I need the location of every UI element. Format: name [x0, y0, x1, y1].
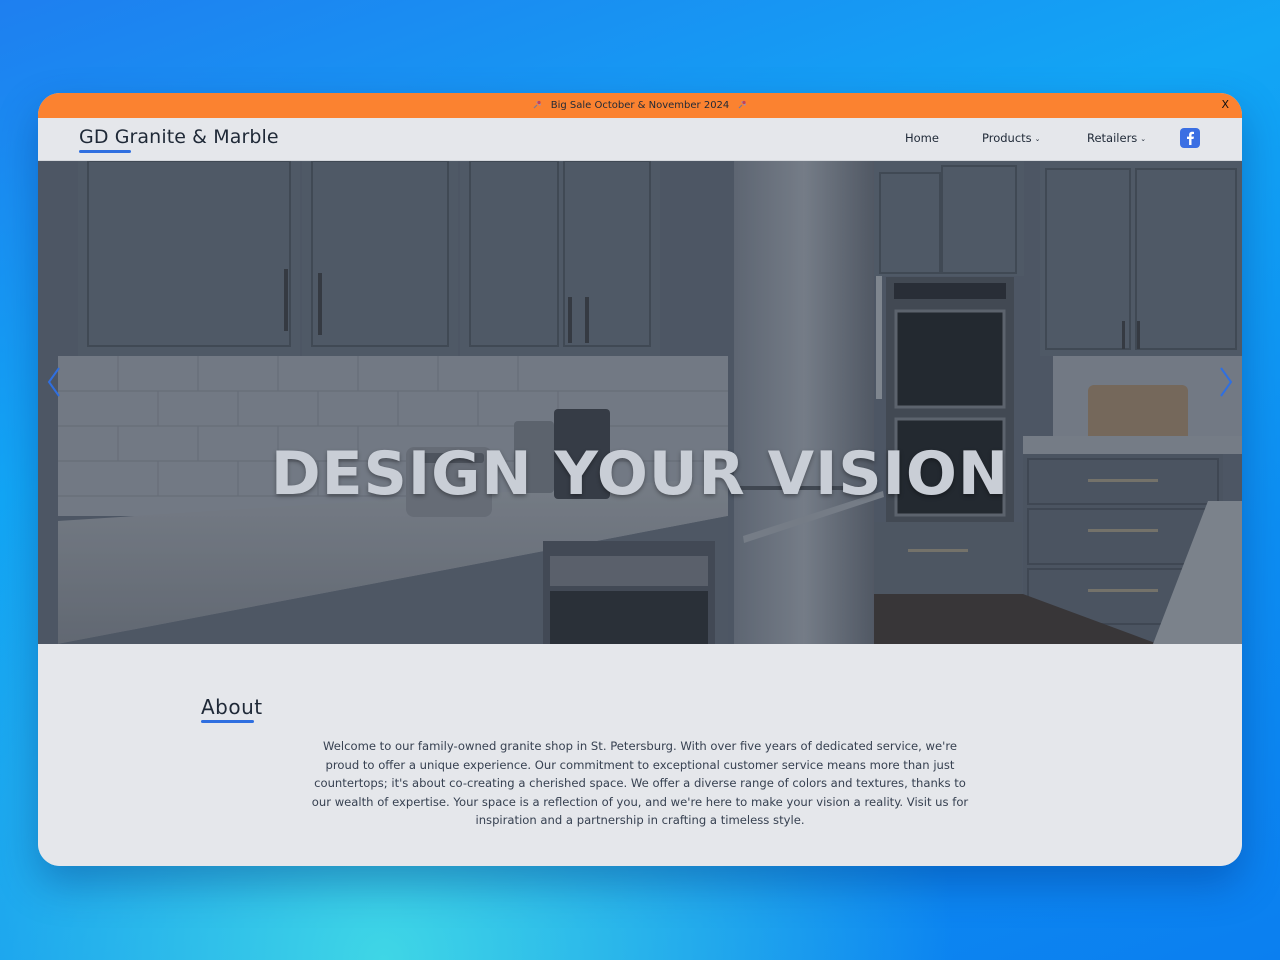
about-underline: [201, 720, 254, 723]
pushpin-icon: [532, 99, 543, 113]
banner-close-button[interactable]: X: [1221, 98, 1229, 111]
browser-window: Big Sale October & November 2024 X GD Gr…: [38, 93, 1242, 866]
nav-item-home[interactable]: Home: [905, 131, 939, 145]
carousel-next-button[interactable]: [1218, 366, 1234, 402]
banner-text: Big Sale October & November 2024: [550, 100, 730, 111]
site-logo-text[interactable]: GD Granite & Marble: [79, 126, 279, 148]
nav-item-label: Home: [905, 131, 939, 145]
chevron-right-icon: [1220, 367, 1233, 397]
chevron-down-icon: ⌄: [1140, 134, 1147, 143]
about-heading: About: [201, 695, 263, 719]
hero-title: DESIGN YOUR VISION: [270, 439, 1010, 509]
announcement-banner: Big Sale October & November 2024 X: [38, 93, 1242, 118]
hero-banner: DESIGN YOUR VISION: [38, 161, 1242, 644]
chevron-left-icon: [47, 367, 60, 397]
pushpin-icon: [737, 99, 748, 113]
nav-item-products[interactable]: Products ⌄: [982, 131, 1041, 145]
nav-item-label: Products: [982, 131, 1032, 145]
chevron-down-icon: ⌄: [1034, 134, 1041, 143]
brand-underline: [79, 150, 131, 153]
navbar: GD Granite & Marble Home Products ⌄ Retai…: [38, 118, 1242, 161]
about-text: Welcome to our family-owned granite shop…: [311, 739, 969, 827]
facebook-icon[interactable]: [1180, 128, 1200, 148]
nav-item-label: Retailers: [1087, 131, 1138, 145]
carousel-prev-button[interactable]: [46, 366, 62, 402]
about-section: About Welcome to our family-owned granit…: [38, 644, 1242, 866]
nav-item-retailers[interactable]: Retailers ⌄: [1087, 131, 1146, 145]
kitchen-photo: [38, 161, 1242, 644]
